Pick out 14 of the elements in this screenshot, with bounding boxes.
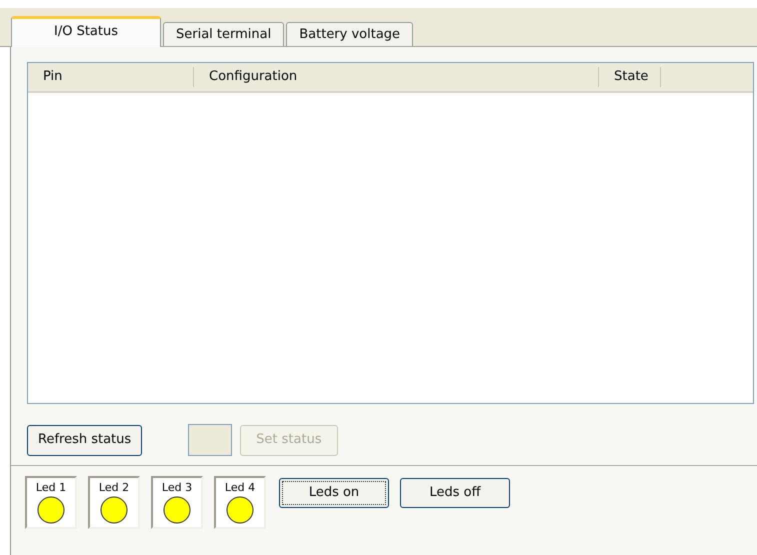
status-field[interactable]: [188, 424, 232, 456]
column-header[interactable]: Pin: [28, 67, 194, 87]
tab[interactable]: Serial terminal: [163, 22, 284, 46]
led-button[interactable]: Leds off: [400, 478, 510, 508]
tab[interactable]: Battery voltage: [286, 22, 414, 46]
action-button[interactable]: Refresh status: [27, 424, 142, 456]
column-header[interactable]: State: [599, 67, 661, 87]
tab[interactable]: I/O Status: [11, 16, 161, 47]
led-label: Led 2: [98, 481, 130, 495]
column-header[interactable]: Configuration: [194, 67, 599, 87]
led-label: Led 4: [224, 481, 256, 495]
led-label: Led 3: [162, 481, 192, 495]
led-button[interactable]: Leds on: [279, 478, 389, 508]
led-label: Led 1: [36, 481, 66, 495]
